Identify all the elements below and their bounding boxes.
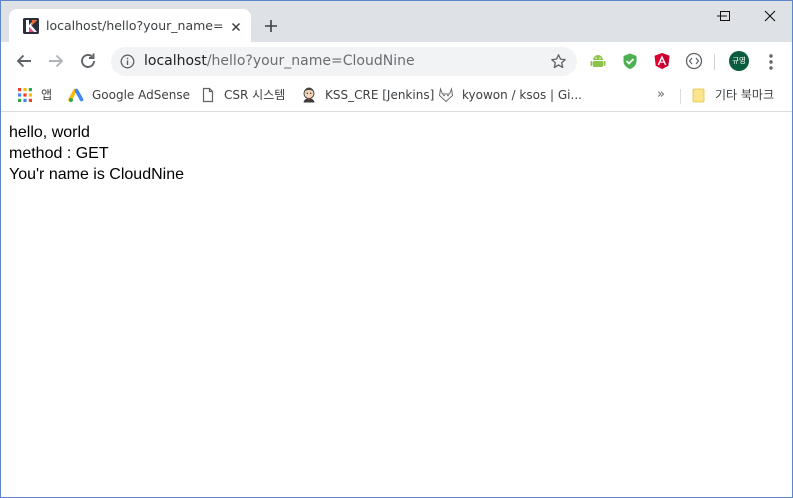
browser-window: localhost/hello?your_name=CloudNine bbox=[0, 0, 793, 498]
site-info-icon[interactable] bbox=[120, 54, 135, 73]
bookmark-label: CSR 시스템 bbox=[224, 88, 286, 102]
address-bar[interactable]: localhost/hello?your_name=CloudNine bbox=[111, 47, 577, 76]
bookmark-label: KSS_CRE [Jenkins] bbox=[325, 88, 435, 102]
method-line: method : GET bbox=[9, 145, 109, 162]
kotlin-k-favicon-icon bbox=[23, 18, 39, 34]
bookmarks-overflow-chevron-icon[interactable]: » bbox=[657, 88, 665, 102]
bookmark-kss-cre-jenkins[interactable]: KSS_CRE [Jenkins] bbox=[301, 85, 434, 105]
bookmarks-divider bbox=[680, 89, 681, 104]
reload-icon[interactable] bbox=[78, 51, 98, 71]
gitlab-icon bbox=[438, 87, 454, 103]
tab-title: localhost/hello?your_name=CloudNine bbox=[46, 18, 224, 33]
tab-strip: localhost/hello?your_name=CloudNine bbox=[1, 1, 792, 42]
url-path: /hello?your_name=CloudNine bbox=[206, 53, 415, 69]
bookmark-label: Google AdSense bbox=[92, 88, 190, 102]
close-window-icon[interactable] bbox=[747, 1, 792, 31]
bookmark-label: 앱 bbox=[41, 88, 53, 102]
new-tab-plus-icon[interactable] bbox=[260, 15, 282, 37]
apps-grid-icon bbox=[17, 87, 33, 103]
folder-icon bbox=[691, 87, 707, 103]
back-arrow-icon[interactable] bbox=[14, 51, 34, 71]
angular-icon[interactable] bbox=[653, 52, 671, 70]
bookmark-csr-system[interactable]: CSR 시스템 bbox=[200, 85, 290, 105]
name-line: You'r name is CloudNine bbox=[9, 166, 185, 183]
android-icon[interactable] bbox=[589, 52, 607, 70]
url-host: localhost bbox=[144, 53, 207, 69]
bookmark-kyowon-ksos-gitlab[interactable]: kyowon / ksos | Gi... bbox=[438, 85, 582, 105]
bookmark-label: kyowon / ksos | Gi... bbox=[462, 88, 582, 102]
bookmark-google-adsense[interactable]: Google AdSense bbox=[68, 85, 190, 105]
forward-arrow-icon[interactable] bbox=[46, 51, 66, 71]
bookmarks-bar: 앱 Google AdSense CSR 시스템 KSS_CRE [Jenkin… bbox=[1, 80, 792, 112]
code-bracket-icon[interactable] bbox=[685, 52, 703, 70]
profile-avatar[interactable]: 규영 bbox=[729, 51, 749, 71]
page-content: hello, world method : GET You'r name is … bbox=[1, 112, 792, 497]
browser-toolbar: localhost/hello?your_name=CloudNine 규영 bbox=[1, 42, 792, 80]
shield-check-icon[interactable] bbox=[621, 52, 639, 70]
more-menu-icon[interactable] bbox=[767, 53, 775, 71]
response-text: hello, world method : GET You'r name is … bbox=[9, 122, 184, 185]
bookmark-star-icon[interactable] bbox=[550, 53, 567, 74]
toolbar-divider bbox=[714, 54, 715, 70]
tab-close-icon[interactable] bbox=[229, 19, 243, 33]
greeting-line: hello, world bbox=[9, 124, 90, 141]
bookmark-label: 기타 북마크 bbox=[715, 88, 775, 102]
url-text[interactable]: localhost/hello?your_name=CloudNine bbox=[144, 53, 415, 70]
bookmark-other-bookmarks[interactable]: 기타 북마크 bbox=[691, 85, 783, 105]
bookmark-apps[interactable]: 앱 bbox=[17, 85, 57, 105]
page-icon bbox=[200, 87, 216, 103]
adsense-icon bbox=[68, 87, 84, 103]
tab-active[interactable]: localhost/hello?your_name=CloudNine bbox=[9, 9, 251, 42]
maximize-icon[interactable] bbox=[702, 1, 748, 31]
jenkins-icon bbox=[301, 87, 317, 103]
